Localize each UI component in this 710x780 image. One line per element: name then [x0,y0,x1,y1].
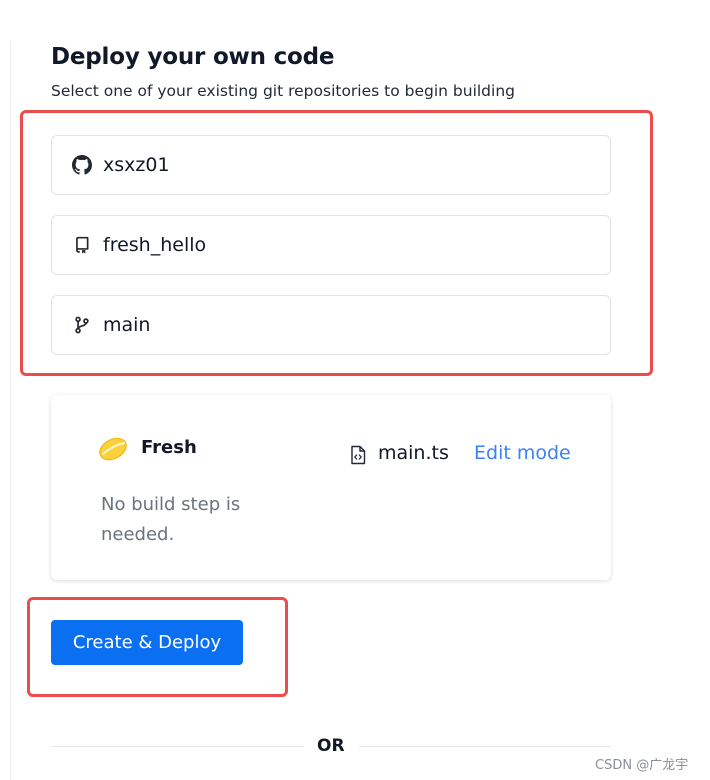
divider-line-right [359,746,611,747]
build-preset-card: Fresh No build step is needed. main.ts E… [51,395,611,580]
organization-select[interactable]: xsxz01 [51,135,611,195]
repo-icon [72,235,92,255]
github-icon [72,155,92,175]
organization-select-value: xsxz01 [103,154,170,176]
fresh-lemon-icon [97,434,129,462]
edit-mode-link[interactable]: Edit mode [474,442,571,464]
divider-line-left [51,746,303,747]
page-title: Deploy your own code [51,44,335,70]
branch-select-value: main [103,314,151,336]
page-subtitle: Select one of your existing git reposito… [51,82,515,100]
create-and-deploy-button[interactable]: Create & Deploy [51,620,243,665]
branch-select[interactable]: main [51,295,611,355]
framework-name: Fresh [141,437,197,458]
repository-select[interactable]: fresh_hello [51,215,611,275]
framework-description: No build step is needed. [101,494,241,545]
watermark: CSDN @广龙宇 [595,758,689,773]
left-border-line [10,42,11,780]
code-file-icon [349,445,367,465]
or-divider-label: OR [317,736,345,756]
git-branch-icon [72,315,92,335]
entrypoint-filename: main.ts [378,442,449,464]
repository-select-value: fresh_hello [103,234,207,256]
